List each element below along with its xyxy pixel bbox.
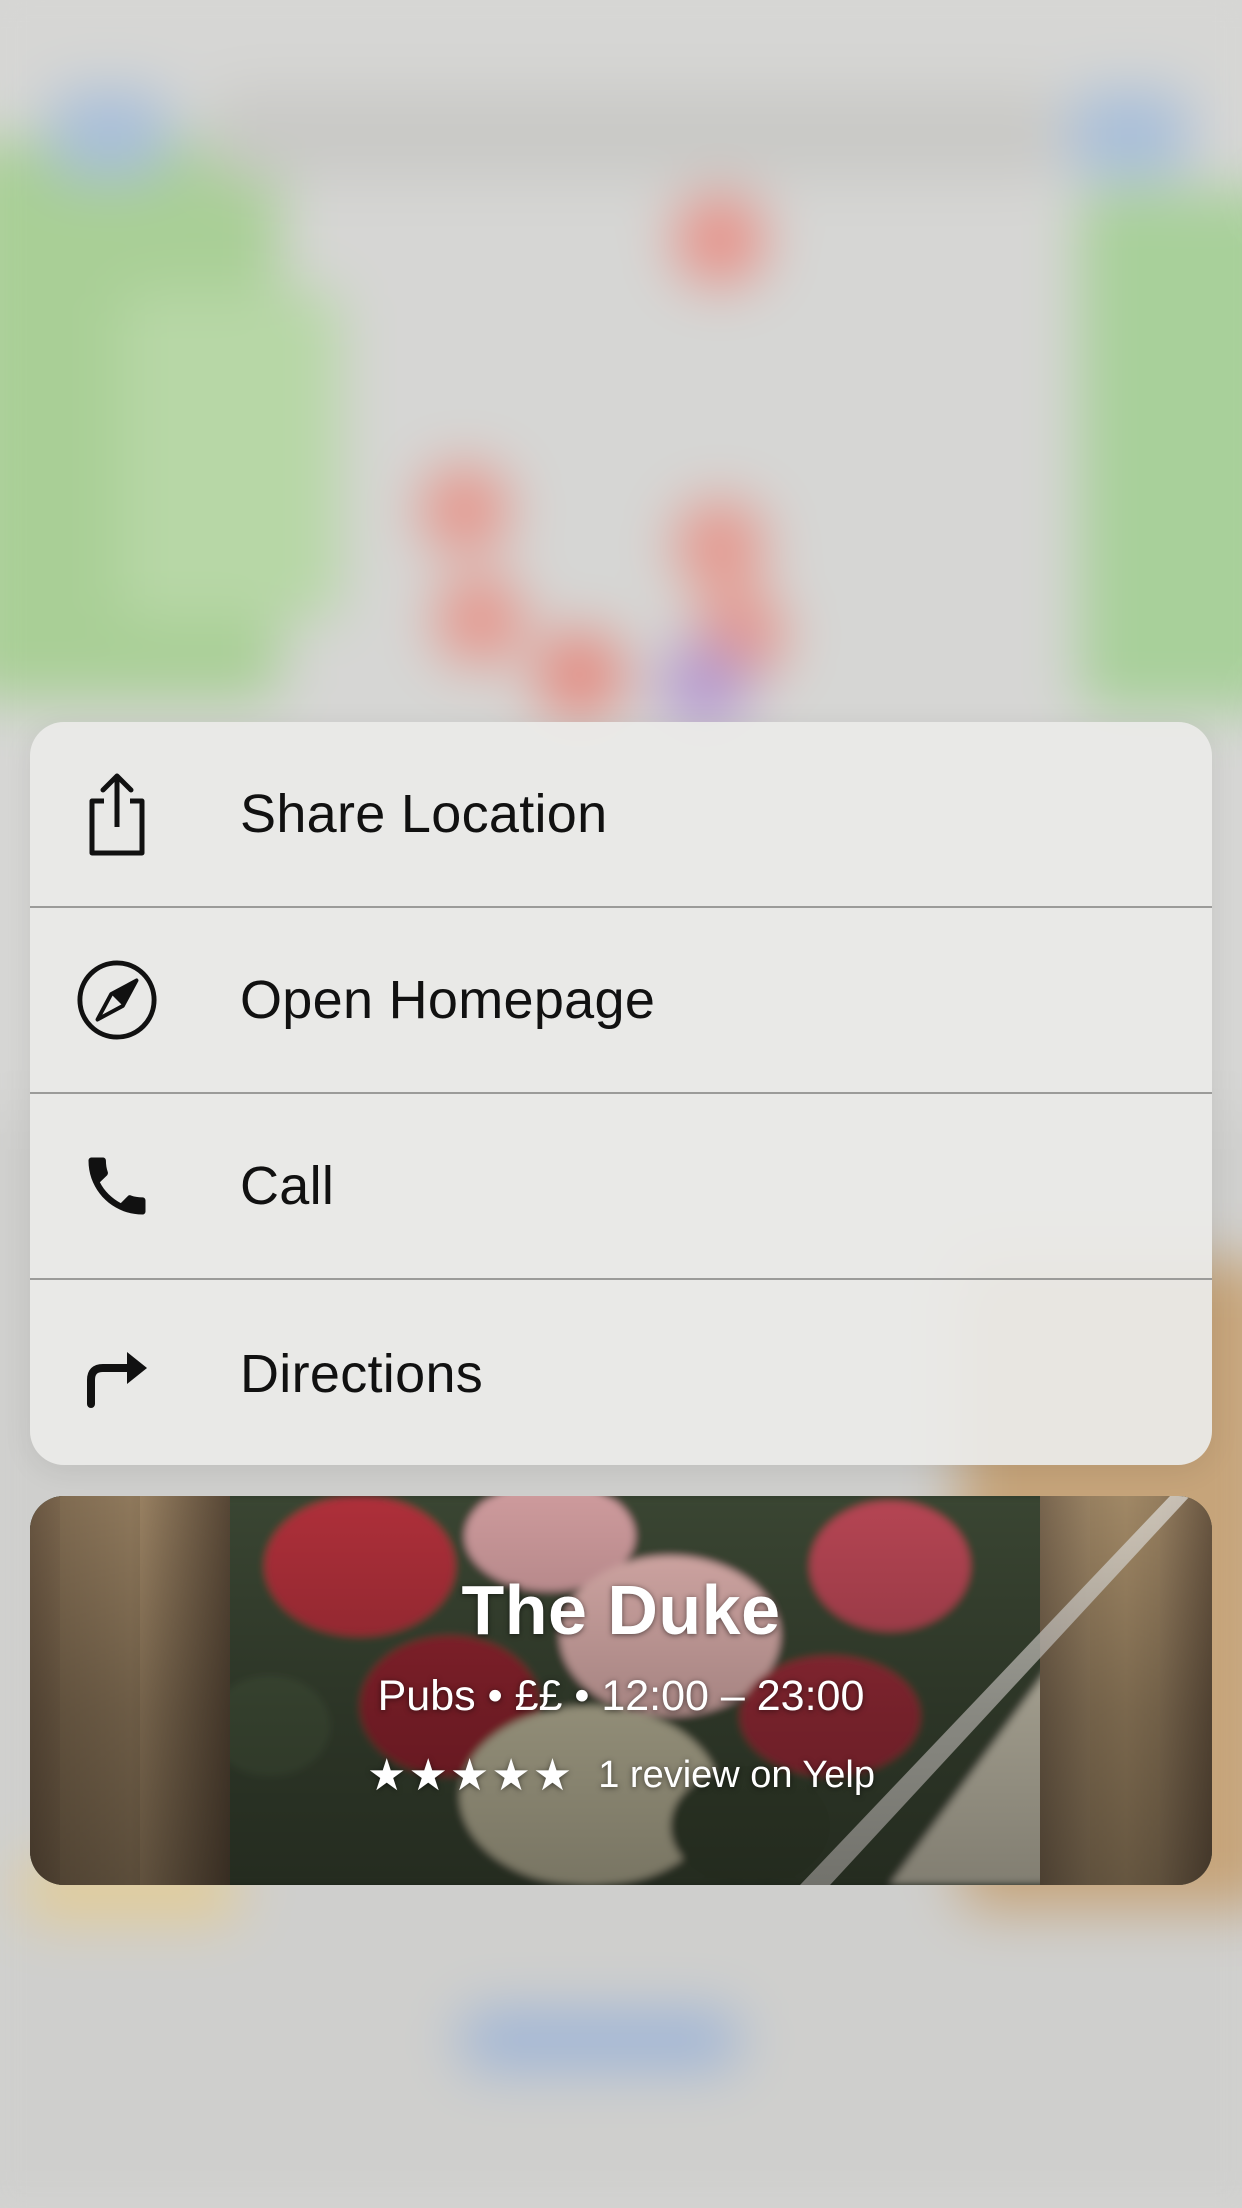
review-count: 1 review on Yelp [598,1754,875,1796]
compass-icon [76,959,158,1041]
open-homepage-label: Open Homepage [240,970,656,1030]
directions-icon [76,1333,158,1415]
share-location-label: Share Location [240,784,608,844]
phone-icon [76,1145,158,1227]
directions-item[interactable]: Directions [30,1280,1212,1465]
open-homepage-item[interactable]: Open Homepage [30,908,1212,1094]
place-card[interactable]: The Duke Pubs • ££ • 12:00 – 23:00 ★★★★★… [30,1496,1212,1885]
share-icon [76,773,158,856]
call-item[interactable]: Call [30,1094,1212,1280]
rating-stars: ★★★★★ [367,1750,575,1801]
share-location-item[interactable]: Share Location [30,722,1212,908]
context-menu: Share Location Open Homepage Call Direct… [30,722,1212,1465]
directions-label: Directions [240,1343,484,1404]
place-name: The Duke [461,1571,781,1649]
place-meta: Pubs • ££ • 12:00 – 23:00 [377,1672,865,1720]
place-rating: ★★★★★ 1 review on Yelp [30,1750,1212,1801]
call-label: Call [240,1156,335,1216]
